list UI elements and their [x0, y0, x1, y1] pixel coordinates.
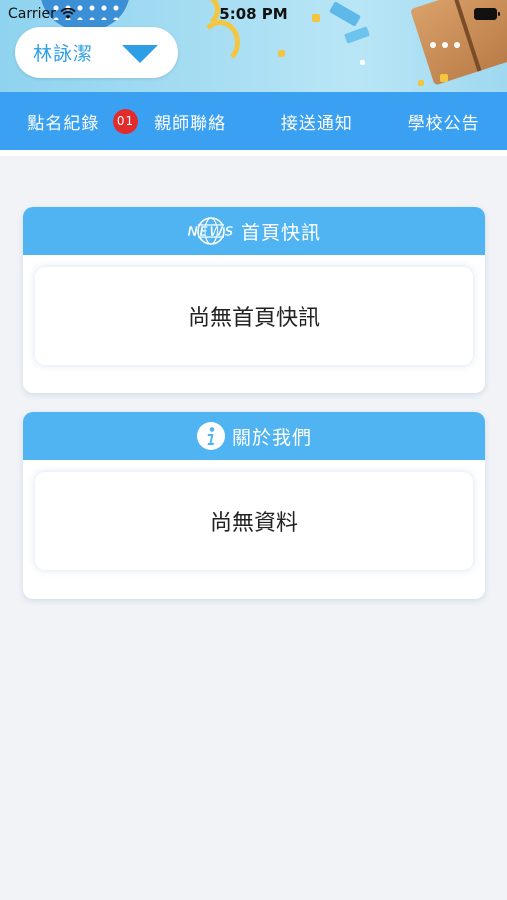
news-card-title: 首頁快訊 [240, 221, 321, 244]
header-banner: Carrier 5:08 PM 林詠潔 [0, 0, 507, 93]
news-empty-panel: 尚無首頁快訊 [35, 267, 473, 365]
status-time: 5:08 PM [219, 5, 288, 23]
news-card-header: NEWS 首頁快訊 [23, 207, 485, 255]
tab-pickup-notice[interactable]: 接送通知 [254, 109, 381, 134]
confetti-decoration [418, 80, 424, 86]
tab-label: 點名紀錄 [27, 113, 100, 134]
about-empty-text: 尚無資料 [209, 511, 298, 536]
about-card-title: 關於我們 [231, 426, 312, 449]
tab-bar-divider [0, 150, 507, 156]
news-icon-label: NEWS [187, 225, 234, 240]
confetti-decoration [440, 74, 448, 82]
confetti-decoration [360, 60, 365, 65]
tab-school-announcement[interactable]: 學校公告 [380, 109, 507, 134]
tab-attendance-record[interactable]: 點名紀錄 01 [0, 108, 138, 134]
about-card: 關於我們 尚無資料 [23, 412, 485, 599]
tab-bar: 點名紀錄 01 親師聯絡 接送通知 學校公告 [0, 92, 507, 150]
tab-label: 親師聯絡 [154, 113, 227, 134]
tab-label: 學校公告 [407, 113, 480, 134]
news-card: NEWS 首頁快訊 尚無首頁快訊 [23, 207, 485, 393]
user-selector-dropdown[interactable]: 林詠潔 [15, 27, 178, 78]
battery-icon [474, 8, 500, 20]
tab-parent-teacher-contact[interactable]: 親師聯絡 [127, 109, 254, 134]
info-icon [196, 422, 225, 450]
selected-user-name: 林詠潔 [33, 43, 94, 65]
about-empty-panel: 尚無資料 [35, 472, 473, 570]
status-bar: Carrier 5:08 PM [0, 0, 507, 28]
tab-label: 接送通知 [280, 113, 353, 134]
news-globe-icon: NEWS [187, 216, 235, 246]
confetti-decoration [344, 26, 370, 44]
more-dots-icon[interactable] [430, 42, 460, 48]
news-empty-text: 尚無首頁快訊 [187, 306, 320, 331]
triangle-down-icon [122, 45, 158, 63]
confetti-decoration [278, 50, 285, 57]
about-card-header: 關於我們 [23, 412, 485, 460]
